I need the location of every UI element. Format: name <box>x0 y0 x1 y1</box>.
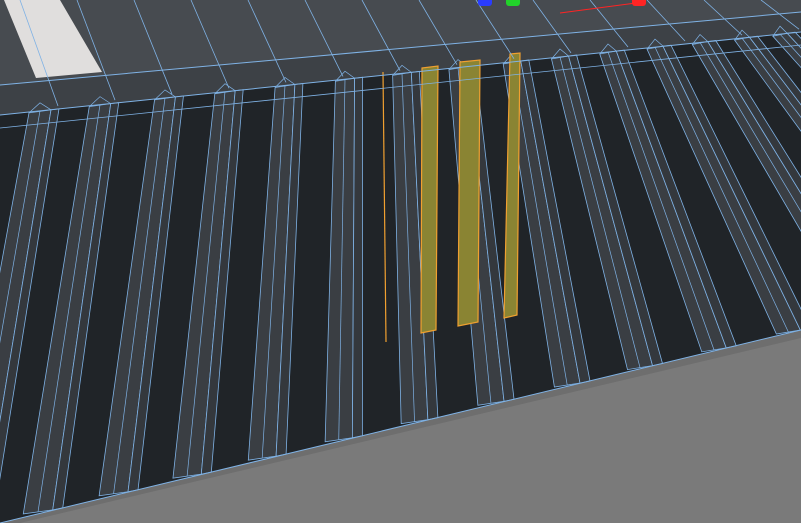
selected-face <box>420 65 439 334</box>
3d-viewport[interactable] <box>0 0 801 523</box>
blue-axis-handle-icon[interactable] <box>478 0 492 6</box>
selected-face <box>457 59 481 327</box>
fin-bevel <box>351 76 364 439</box>
red-axis-handle-icon[interactable] <box>632 0 646 6</box>
green-axis-handle-icon[interactable] <box>506 0 520 6</box>
viewport-scene[interactable] <box>0 0 801 523</box>
